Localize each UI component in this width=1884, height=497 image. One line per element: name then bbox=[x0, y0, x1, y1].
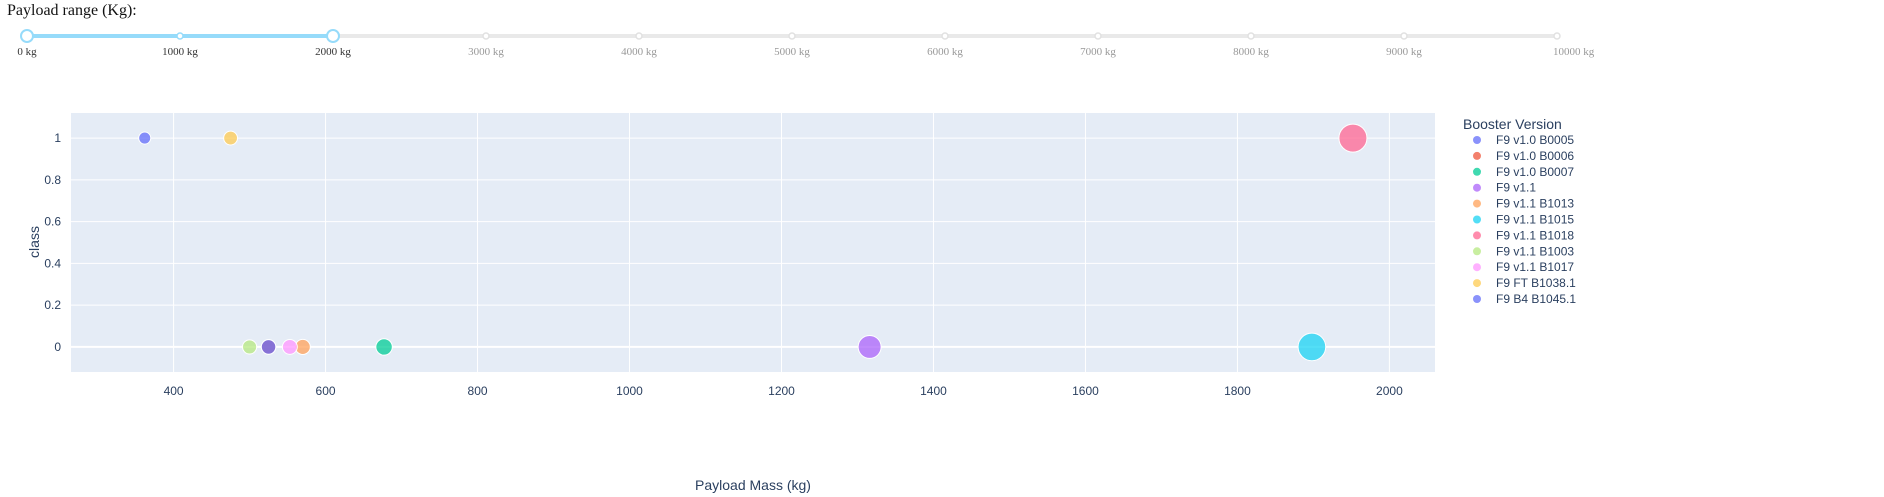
x-tick-label: 800 bbox=[468, 384, 488, 398]
legend-item[interactable]: F9 v1.1 bbox=[1473, 181, 1536, 195]
legend-marker bbox=[1473, 136, 1481, 144]
legend-label: F9 v1.1 B1018 bbox=[1496, 228, 1574, 242]
x-tick-label: 400 bbox=[164, 384, 184, 398]
legend-label: F9 v1.1 B1015 bbox=[1496, 213, 1574, 227]
scatter-point[interactable] bbox=[1297, 332, 1327, 362]
legend-item[interactable]: F9 v1.1 B1003 bbox=[1473, 244, 1574, 258]
scatter-point[interactable] bbox=[260, 339, 277, 355]
legend-marker bbox=[1473, 279, 1481, 288]
x-tick-label: 600 bbox=[316, 384, 336, 398]
legend-marker bbox=[1473, 295, 1481, 303]
scatter-point[interactable] bbox=[375, 338, 393, 356]
legend-item[interactable]: F9 v1.1 B1013 bbox=[1473, 197, 1574, 211]
scatter-point[interactable] bbox=[138, 131, 152, 145]
legend-marker bbox=[1473, 263, 1481, 272]
x-axis-title: Payload Mass (kg) bbox=[695, 477, 811, 493]
y-tick-label: 0 bbox=[54, 340, 61, 354]
x-axis-ticks: 400 600 800 1000 1200 1400 1600 1800 2000 bbox=[164, 384, 1404, 398]
legend[interactable]: Booster Version F9 v1.0 B0005F9 v1.0 B00… bbox=[1463, 116, 1576, 306]
legend-item[interactable]: F9 B4 B1045.1 bbox=[1473, 292, 1576, 306]
legend-item[interactable]: F9 v1.1 B1015 bbox=[1473, 213, 1574, 227]
scatter-point[interactable] bbox=[857, 334, 882, 359]
legend-item[interactable]: F9 v1.0 B0006 bbox=[1473, 149, 1574, 163]
legend-item[interactable]: F9 v1.0 B0005 bbox=[1473, 133, 1574, 147]
x-tick-label: 1200 bbox=[768, 384, 795, 398]
x-tick-label: 1800 bbox=[1224, 384, 1251, 398]
y-tick-label: 1 bbox=[54, 131, 61, 145]
legend-marker bbox=[1473, 215, 1481, 224]
scatter-point[interactable] bbox=[241, 339, 258, 355]
legend-marker bbox=[1473, 247, 1481, 256]
legend-label: F9 FT B1038.1 bbox=[1496, 276, 1576, 290]
legend-label: F9 v1.1 bbox=[1496, 181, 1536, 195]
legend-item[interactable]: F9 v1.1 B1018 bbox=[1473, 228, 1574, 242]
legend-marker bbox=[1473, 151, 1481, 160]
scatter-point[interactable] bbox=[223, 130, 238, 146]
plot-area bbox=[71, 113, 1435, 372]
legend-title: Booster Version bbox=[1463, 116, 1562, 132]
x-tick-label: 1400 bbox=[920, 384, 947, 398]
x-tick-label: 2000 bbox=[1376, 384, 1403, 398]
legend-marker bbox=[1473, 199, 1481, 208]
legend-label: F9 v1.0 B0006 bbox=[1496, 149, 1574, 163]
legend-marker bbox=[1473, 183, 1481, 192]
y-tick-label: 0.8 bbox=[44, 173, 61, 187]
y-tick-label: 0.4 bbox=[44, 256, 61, 270]
legend-label: F9 v1.1 B1013 bbox=[1496, 197, 1574, 211]
legend-label: F9 v1.1 B1003 bbox=[1496, 244, 1574, 258]
legend-marker bbox=[1473, 167, 1481, 176]
scatter-point[interactable] bbox=[281, 338, 298, 355]
scatter-chart: 400 600 800 1000 1200 1400 1600 1800 2000 0 0.2 0.… bbox=[26, 113, 1576, 493]
legend-label: F9 v1.0 B0007 bbox=[1496, 165, 1574, 179]
legend-item[interactable]: F9 v1.0 B0007 bbox=[1473, 165, 1574, 179]
y-tick-label: 0.2 bbox=[44, 298, 61, 312]
y-axis-ticks: 0 0.2 0.4 0.6 0.8 1 bbox=[44, 131, 61, 354]
legend-item[interactable]: F9 v1.1 B1017 bbox=[1473, 260, 1574, 274]
x-tick-label: 1000 bbox=[616, 384, 643, 398]
y-tick-label: 0.6 bbox=[44, 215, 61, 229]
legend-items[interactable]: F9 v1.0 B0005 F9 v1.0 B0006 F9 v1.0 B0007 F… bbox=[1473, 133, 1576, 306]
x-tick-label: 1600 bbox=[1072, 384, 1099, 398]
scatter-point[interactable] bbox=[1338, 123, 1368, 153]
legend-marker bbox=[1473, 231, 1481, 240]
y-axis-title: class bbox=[26, 226, 42, 258]
legend-label: F9 v1.0 B0005 bbox=[1496, 133, 1574, 147]
legend-label: F9 B4 B1045.1 bbox=[1496, 292, 1576, 306]
legend-label: F9 v1.1 B1017 bbox=[1496, 260, 1574, 274]
legend-item[interactable]: F9 FT B1038.1 bbox=[1473, 276, 1576, 290]
